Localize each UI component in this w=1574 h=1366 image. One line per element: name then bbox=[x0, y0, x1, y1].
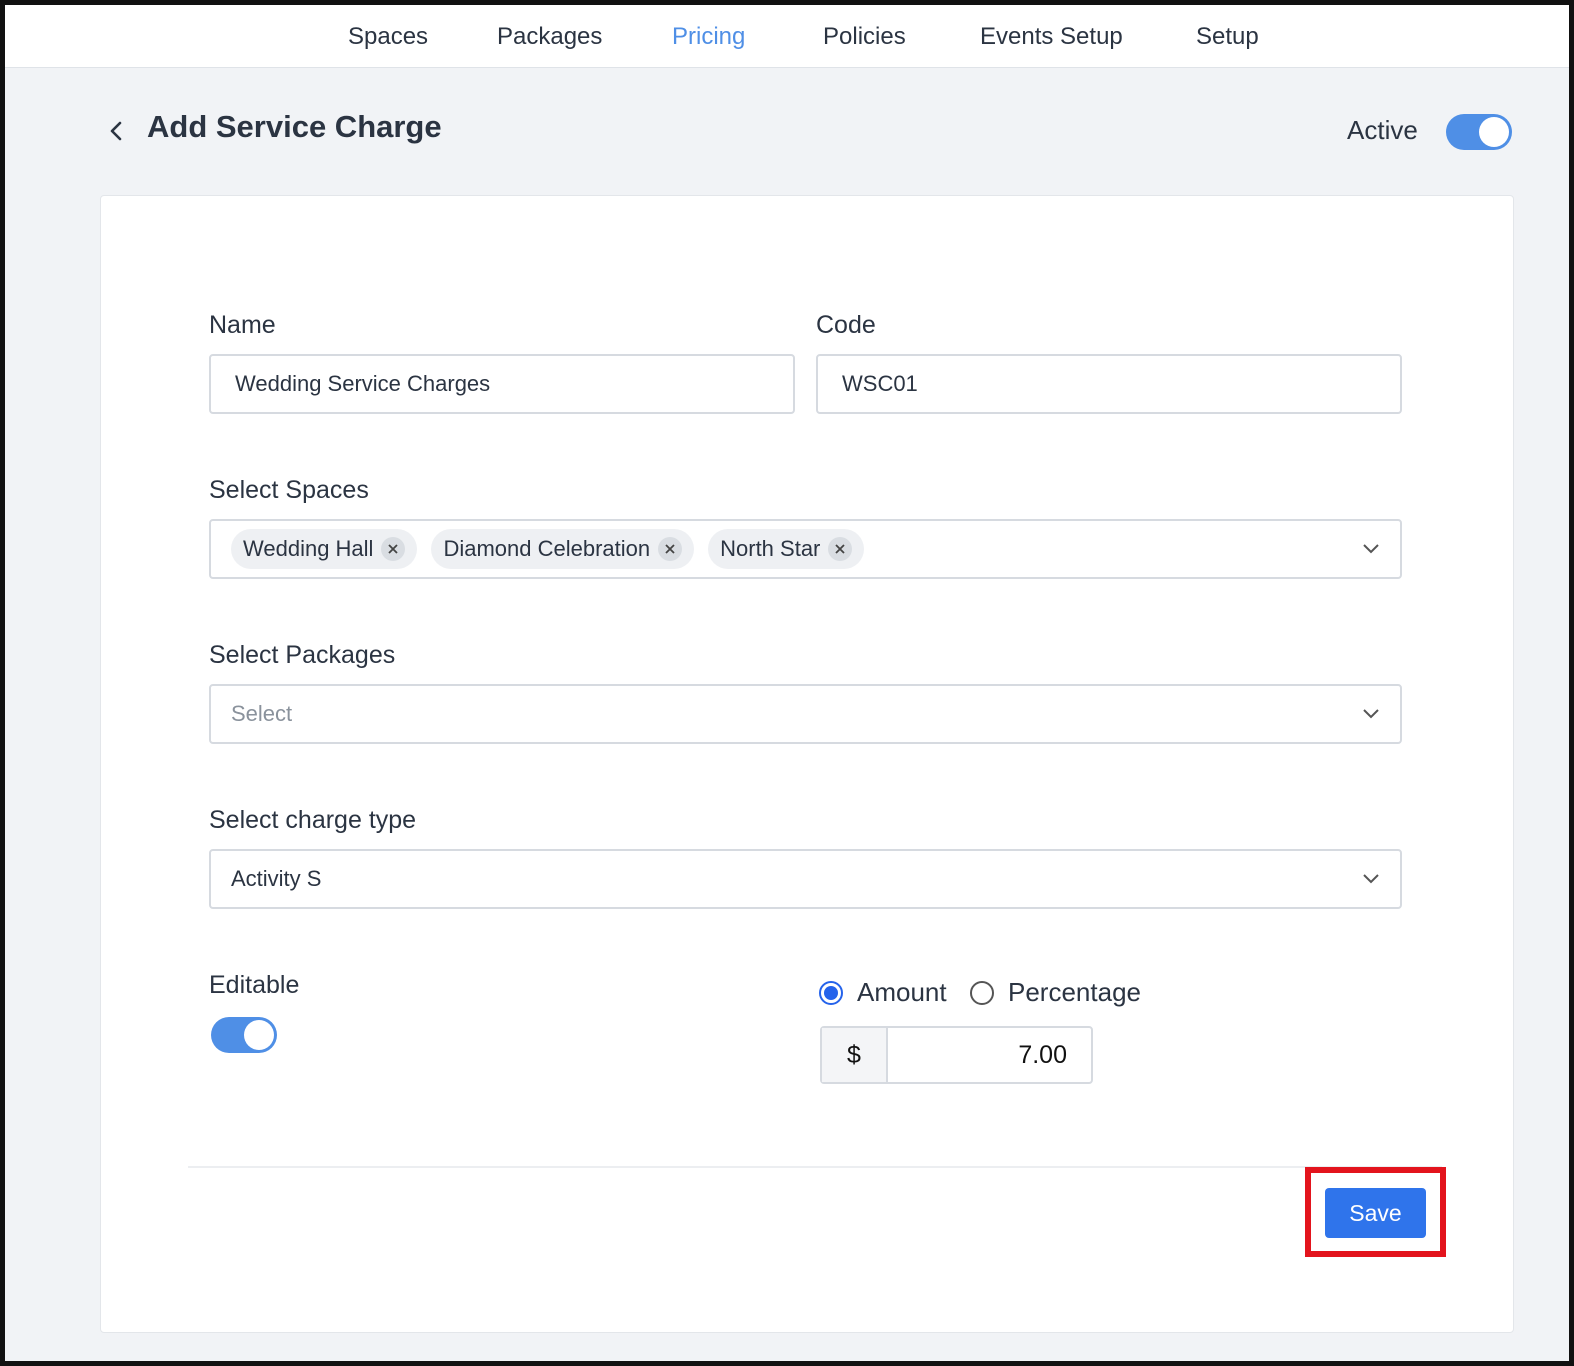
packages-label: Select Packages bbox=[209, 641, 396, 669]
nav-tab-events-setup[interactable]: Events Setup bbox=[980, 23, 1123, 51]
packages-placeholder: Select bbox=[231, 701, 293, 726]
chevron-down-icon[interactable] bbox=[1360, 706, 1382, 722]
percentage-radio[interactable] bbox=[970, 981, 994, 1005]
nav-tab-spaces[interactable]: Spaces bbox=[348, 23, 428, 51]
currency-addon: $ bbox=[822, 1028, 888, 1082]
toggle-knob bbox=[1479, 117, 1509, 147]
amount-input[interactable]: 7.00 bbox=[888, 1028, 1091, 1082]
spaces-multiselect[interactable]: Wedding Hall Diamond Celebration North S… bbox=[209, 519, 1402, 579]
space-chip-diamond-celebration: Diamond Celebration bbox=[431, 529, 695, 569]
charge-type-value: Activity S bbox=[231, 866, 322, 891]
editable-label: Editable bbox=[209, 971, 300, 999]
remove-chip-icon[interactable] bbox=[658, 537, 683, 561]
amount-input-group: $ 7.00 bbox=[820, 1026, 1093, 1084]
page-title: Add Service Charge bbox=[147, 109, 442, 144]
nav-tab-policies[interactable]: Policies bbox=[823, 23, 906, 51]
percentage-radio-label[interactable]: Percentage bbox=[1008, 977, 1141, 1008]
remove-chip-icon[interactable] bbox=[828, 537, 853, 561]
chevron-down-icon[interactable] bbox=[1360, 541, 1382, 557]
name-input-value: Wedding Service Charges bbox=[235, 371, 491, 396]
chip-label: North Star bbox=[720, 536, 821, 561]
code-input-value: WSC01 bbox=[842, 371, 918, 396]
nav-tab-packages[interactable]: Packages bbox=[497, 23, 602, 51]
editable-toggle[interactable] bbox=[211, 1017, 277, 1053]
name-input[interactable]: Wedding Service Charges bbox=[209, 354, 795, 414]
amount-radio-label[interactable]: Amount bbox=[857, 977, 947, 1008]
amount-radio[interactable] bbox=[819, 981, 843, 1005]
charge-type-select[interactable]: Activity S bbox=[209, 849, 1402, 909]
code-label: Code bbox=[816, 311, 876, 339]
code-input[interactable]: WSC01 bbox=[816, 354, 1402, 414]
remove-chip-icon[interactable] bbox=[381, 537, 406, 561]
active-toggle[interactable] bbox=[1446, 114, 1512, 150]
footer-divider bbox=[188, 1166, 1442, 1168]
save-button[interactable]: Save bbox=[1325, 1188, 1426, 1238]
nav-tab-pricing[interactable]: Pricing bbox=[672, 23, 745, 51]
toggle-knob bbox=[244, 1020, 274, 1050]
back-chevron-icon[interactable] bbox=[105, 117, 127, 145]
chevron-down-icon[interactable] bbox=[1360, 871, 1382, 887]
chip-label: Diamond Celebration bbox=[443, 536, 651, 561]
active-label: Active bbox=[1347, 115, 1418, 145]
app-frame: Spaces Packages Pricing Policies Events … bbox=[0, 0, 1574, 1366]
chip-label: Wedding Hall bbox=[243, 536, 374, 561]
space-chip-north-star: North Star bbox=[708, 529, 865, 569]
nav-tab-setup[interactable]: Setup bbox=[1196, 23, 1259, 51]
spaces-label: Select Spaces bbox=[209, 476, 369, 504]
space-chip-wedding-hall: Wedding Hall bbox=[231, 529, 418, 569]
charge-type-label: Select charge type bbox=[209, 806, 417, 834]
name-label: Name bbox=[209, 311, 276, 339]
packages-select[interactable]: Select bbox=[209, 684, 1402, 744]
top-navigation: Spaces Packages Pricing Policies Events … bbox=[5, 5, 1569, 68]
